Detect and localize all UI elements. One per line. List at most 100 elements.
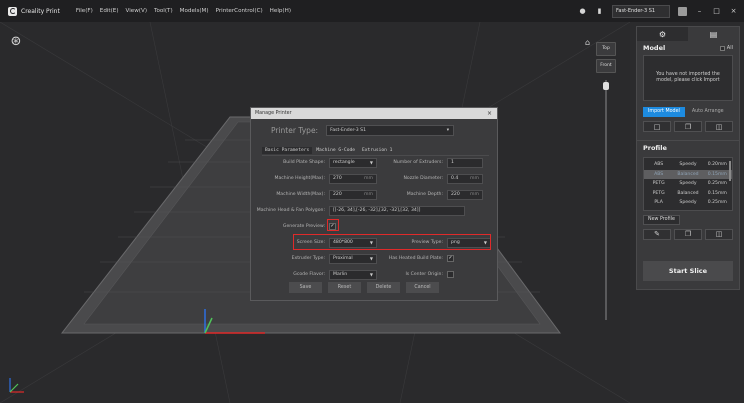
center-origin-checkbox[interactable] [447,271,454,278]
maximize-icon[interactable]: □ [712,7,721,16]
save-button[interactable]: Save [289,282,322,293]
auto-arrange-button[interactable]: Auto Arrange [689,107,727,117]
menu-help[interactable]: Help(H) [270,8,291,14]
printer-type-value: Fast-Ender-3 S1 [330,127,367,133]
close-icon[interactable]: × [487,108,492,119]
dialog-header: Manage Printer × [251,108,497,119]
num-extruders-input[interactable]: 1 [447,157,483,168]
user-icon[interactable]: ● [578,7,587,16]
printer-select[interactable]: Fast-Ender-3 S1 [612,4,670,18]
profile-row-selected[interactable]: ABS Balanced 0.15mm [644,169,732,179]
tab-extrusion[interactable]: Extrusion 1 [359,147,395,154]
profile-material: PLA [654,200,663,206]
build-plate-shape-row: Build Plate Shape: rectangle ▼ [255,157,377,168]
title-bar: Creality Print File(F) Edit(E) View(V) T… [0,0,744,22]
gcode-flavor-select[interactable]: Marlin ▼ [329,269,377,280]
gcode-flavor-label: Gcode Flavor: [293,272,325,277]
heated-bed-row: Has Heated Build Plate: ✓ [381,253,454,264]
tab-model-settings[interactable]: ⚙ [637,27,688,41]
profile-quality: Balanced [677,190,699,196]
home-view-icon[interactable]: ⌂ [585,38,590,47]
model-header: Model All [637,41,739,55]
extruder-type-value: Proximal [333,255,353,261]
nozzle-diameter-row: Nozzle Diameter: 0.4 mm [381,173,483,184]
layout-tool-icon[interactable]: ⊛ [8,34,24,50]
menu-models[interactable]: Models(M) [180,8,209,14]
menu-edit[interactable]: Edit(E) [100,8,119,14]
profile-row[interactable]: PETG Speedy 0.25mm [644,179,732,189]
unit-label: mm [364,191,373,197]
menu-bar: File(F) Edit(E) View(V) Tool(T) Models(M… [76,8,291,14]
profile-row[interactable]: PLA Speedy 0.25mm [644,198,732,208]
profile-material: ABS [654,171,664,177]
extruder-type-select[interactable]: Proximal ▼ [329,253,377,264]
profile-row[interactable]: PETG Balanced 0.15mm [644,189,732,199]
profile-title: Profile [643,144,667,152]
titlebar-right: ● ▮ Fast-Ender-3 S1 – □ × [578,0,738,22]
view-front-button[interactable]: Front [596,59,616,73]
machine-height-row: Machine Height(Max): 270 mm [255,173,377,184]
cube-icon[interactable] [678,6,687,16]
profile-row[interactable]: ABS Speedy 0.20mm [644,160,732,170]
heated-bed-checkbox[interactable]: ✓ [447,255,454,262]
head-polygon-label: Machine Head & Fan Polygon: [256,208,325,213]
reset-button[interactable]: Reset [328,282,361,293]
profile-layer: 0.25mm [707,200,727,206]
menu-file[interactable]: File(F) [76,8,93,14]
menu-printer-control[interactable]: PrinterControl(C) [216,8,263,14]
head-polygon-value: [[-26, 34],[-26, -32],[32, -32],[32, 34]… [333,207,421,213]
duplicate-icon[interactable]: ❐ [674,121,702,132]
profile-layer: 0.15mm [707,171,727,177]
view-cube[interactable]: Top Front [596,42,616,76]
close-icon[interactable]: × [729,7,738,16]
import-model-button[interactable]: Import Model [643,107,685,117]
nozzle-diameter-input[interactable]: 0.4 mm [447,173,483,184]
model-icon-toolbar: □ ❐ ◫ [643,121,733,132]
printer-bars-icon[interactable]: ▮ [595,7,604,16]
edit-icon[interactable]: ✎ [643,228,671,240]
new-profile-button[interactable]: New Profile [643,214,680,225]
layer-slider-track[interactable] [605,80,607,320]
machine-width-value: 220 [333,191,342,197]
view-top-button[interactable]: Top [596,42,616,56]
minimize-icon[interactable]: – [695,7,704,16]
profile-layer: 0.20mm [707,162,727,168]
tab-basic-parameters[interactable]: Basic Parameters [262,147,313,154]
head-polygon-input[interactable]: [[-26, 34],[-26, -32],[32, -32],[32, 34]… [329,205,465,216]
num-extruders-value: 1 [451,159,454,165]
copy-icon[interactable]: ❐ [674,228,702,240]
start-slice-button[interactable]: Start Slice [643,261,733,281]
unit-label: mm [470,175,479,181]
menu-view[interactable]: View(V) [126,8,147,14]
gcode-flavor-value: Marlin [333,271,348,277]
delete-button[interactable]: Delete [367,282,400,293]
machine-width-input[interactable]: 220 mm [329,189,377,200]
printer-type-row: Printer Type: Fast-Ender-3 S1 ▾ [251,122,497,138]
delete-icon[interactable]: ◫ [705,228,733,240]
profile-scrollbar[interactable] [729,161,731,181]
profile-list[interactable]: ABS Speedy 0.20mm ABS Balanced 0.15mm PE… [643,157,733,211]
generate-preview-label: Generate Preview: [282,224,325,229]
machine-height-input[interactable]: 270 mm [329,173,377,184]
tab-machine-gcode[interactable]: Machine G-Code [313,147,358,154]
machine-height-label: Machine Height(Max): [274,176,325,181]
build-plate-shape-value: rectangle [333,159,355,165]
open-folder-icon[interactable]: □ [643,121,671,132]
layer-slider-handle[interactable] [603,82,609,90]
dialog-tabs: Basic Parameters Machine G-Code Extrusio… [262,147,497,154]
select-all-checkbox[interactable] [719,45,725,51]
heated-bed-label: Has Heated Build Plate: [388,256,443,261]
build-plate-shape-label: Build Plate Shape: [283,160,325,165]
select-all[interactable]: All [719,45,733,51]
profile-header: Profile [637,141,739,155]
num-extruders-label: Number of Extruders: [393,160,443,165]
build-plate-shape-select[interactable]: rectangle ▼ [329,157,377,168]
printer-type-select[interactable]: Fast-Ender-3 S1 ▾ [326,124,455,136]
highlight-box [327,219,339,231]
menu-tool[interactable]: Tool(T) [154,8,173,14]
right-panel-tabs: ⚙ ▤ [637,27,739,41]
tab-printer[interactable]: ▤ [688,27,739,41]
machine-depth-input[interactable]: 220 mm [447,189,483,200]
delete-icon[interactable]: ◫ [705,121,733,132]
cancel-button[interactable]: Cancel [406,282,439,293]
